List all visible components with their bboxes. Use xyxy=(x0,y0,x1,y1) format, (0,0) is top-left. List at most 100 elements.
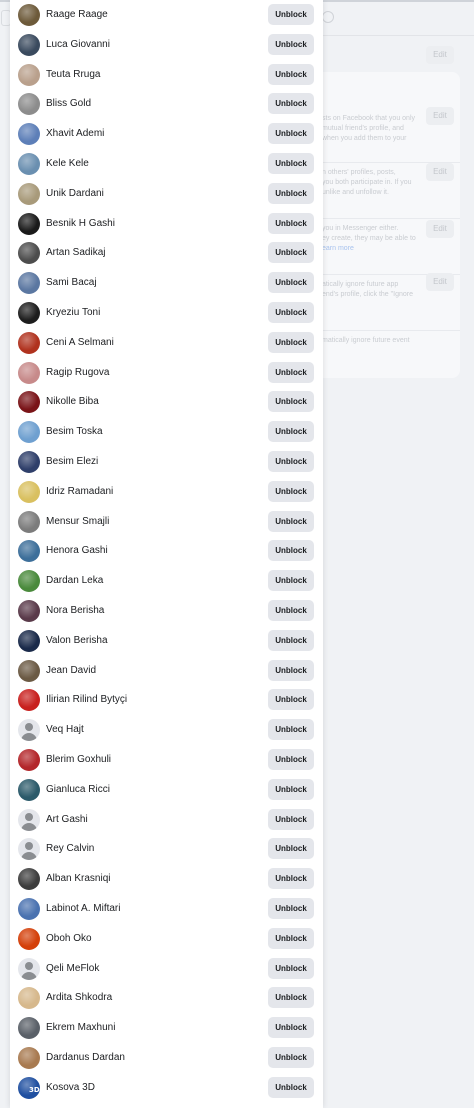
learn-more-link[interactable]: earn more xyxy=(322,244,422,254)
blocked-user-name[interactable]: Ragip Rugova xyxy=(46,366,109,380)
unblock-button[interactable]: Unblock xyxy=(268,600,314,621)
avatar[interactable] xyxy=(18,660,40,682)
unblock-button[interactable]: Unblock xyxy=(268,391,314,412)
blocked-user-name[interactable]: Bliss Gold xyxy=(46,97,91,111)
blocked-user-name[interactable]: Sami Bacaj xyxy=(46,276,97,290)
unblock-button[interactable]: Unblock xyxy=(268,362,314,383)
avatar[interactable] xyxy=(18,540,40,562)
blocked-user-name[interactable]: Veq Hajt xyxy=(46,723,84,737)
unblock-button[interactable]: Unblock xyxy=(268,570,314,591)
edit-button[interactable]: Edit xyxy=(426,220,454,238)
avatar[interactable] xyxy=(18,242,40,264)
avatar[interactable] xyxy=(18,511,40,533)
blocked-user-name[interactable]: Gianluca Ricci xyxy=(46,783,110,797)
unblock-button[interactable]: Unblock xyxy=(268,153,314,174)
blocked-user-name[interactable]: Oboh Oko xyxy=(46,932,92,946)
blocked-user-name[interactable]: Kryeziu Toni xyxy=(46,306,100,320)
blocked-user-name[interactable]: Artan Sadikaj xyxy=(46,246,105,260)
unblock-button[interactable]: Unblock xyxy=(268,1077,314,1098)
unblock-button[interactable]: Unblock xyxy=(268,689,314,710)
unblock-button[interactable]: Unblock xyxy=(268,451,314,472)
unblock-button[interactable]: Unblock xyxy=(268,34,314,55)
blocked-user-name[interactable]: Kele Kele xyxy=(46,157,89,171)
blocked-user-name[interactable]: Teuta Rruga xyxy=(46,68,100,82)
blocked-user-name[interactable]: Dardanus Dardan xyxy=(46,1051,125,1065)
blocked-user-name[interactable]: Labinot A. Miftari xyxy=(46,902,120,916)
avatar[interactable] xyxy=(18,1047,40,1069)
blocked-user-name[interactable]: Art Gashi xyxy=(46,813,88,827)
edit-button[interactable]: Edit xyxy=(426,107,454,125)
unblock-button[interactable]: Unblock xyxy=(268,332,314,353)
blocked-user-name[interactable]: Kosova 3D xyxy=(46,1081,95,1095)
avatar[interactable] xyxy=(18,451,40,473)
unblock-button[interactable]: Unblock xyxy=(268,809,314,830)
avatar[interactable] xyxy=(18,630,40,652)
blocked-user-name[interactable]: Rey Calvin xyxy=(46,842,94,856)
unblock-button[interactable]: Unblock xyxy=(268,779,314,800)
edit-button[interactable]: Edit xyxy=(426,273,454,291)
avatar[interactable] xyxy=(18,93,40,115)
unblock-button[interactable]: Unblock xyxy=(268,630,314,651)
blocked-user-name[interactable]: Qeli MeFlok xyxy=(46,962,99,976)
unblock-button[interactable]: Unblock xyxy=(268,421,314,442)
blocked-user-name[interactable]: Besnik H Gashi xyxy=(46,217,115,231)
unblock-button[interactable]: Unblock xyxy=(268,123,314,144)
blocked-user-name[interactable]: Ekrem Maxhuni xyxy=(46,1021,115,1035)
blocked-user-name[interactable]: Idriz Ramadani xyxy=(46,485,113,499)
avatar[interactable] xyxy=(18,987,40,1009)
unblock-button[interactable]: Unblock xyxy=(268,868,314,889)
unblock-button[interactable]: Unblock xyxy=(268,183,314,204)
default-avatar-icon[interactable] xyxy=(18,719,40,741)
avatar[interactable] xyxy=(18,421,40,443)
avatar[interactable] xyxy=(18,570,40,592)
unblock-button[interactable]: Unblock xyxy=(268,958,314,979)
blocked-user-name[interactable]: Ceni A Selmani xyxy=(46,336,114,350)
blocked-user-name[interactable]: Ilirian Rilind Bytyçi xyxy=(46,693,127,707)
unblock-button[interactable]: Unblock xyxy=(268,93,314,114)
unblock-button[interactable]: Unblock xyxy=(268,1047,314,1068)
avatar[interactable] xyxy=(18,183,40,205)
edit-button[interactable]: Edit xyxy=(426,163,454,181)
blocked-user-name[interactable]: Unik Dardani xyxy=(46,187,104,201)
avatar[interactable] xyxy=(18,272,40,294)
avatar[interactable] xyxy=(18,123,40,145)
avatar[interactable] xyxy=(18,1017,40,1039)
default-avatar-icon[interactable] xyxy=(18,809,40,831)
blocked-user-name[interactable]: Valon Berisha xyxy=(46,634,108,648)
avatar[interactable] xyxy=(18,213,40,235)
unblock-button[interactable]: Unblock xyxy=(268,64,314,85)
blocked-user-name[interactable]: Besim Toska xyxy=(46,425,103,439)
avatar[interactable] xyxy=(18,362,40,384)
blocked-user-name[interactable]: Mensur Smajli xyxy=(46,515,109,529)
unblock-button[interactable]: Unblock xyxy=(268,272,314,293)
avatar[interactable] xyxy=(18,600,40,622)
unblock-button[interactable]: Unblock xyxy=(268,302,314,323)
unblock-button[interactable]: Unblock xyxy=(268,928,314,949)
avatar[interactable] xyxy=(18,64,40,86)
unblock-button[interactable]: Unblock xyxy=(268,213,314,234)
unblock-button[interactable]: Unblock xyxy=(268,987,314,1008)
avatar[interactable] xyxy=(18,749,40,771)
default-avatar-icon[interactable] xyxy=(18,838,40,860)
avatar[interactable]: 3D xyxy=(18,1077,40,1099)
avatar[interactable] xyxy=(18,34,40,56)
unblock-button[interactable]: Unblock xyxy=(268,838,314,859)
avatar[interactable] xyxy=(18,302,40,324)
blocked-user-name[interactable]: Ardita Shkodra xyxy=(46,991,112,1005)
unblock-button[interactable]: Unblock xyxy=(268,719,314,740)
blocked-user-name[interactable]: Besim Elezi xyxy=(46,455,98,469)
unblock-button[interactable]: Unblock xyxy=(268,1017,314,1038)
blocked-user-name[interactable]: Luca Giovanni xyxy=(46,38,110,52)
blocked-user-name[interactable]: Nora Berisha xyxy=(46,604,104,618)
blocked-user-name[interactable]: Blerim Goxhuli xyxy=(46,753,111,767)
avatar[interactable] xyxy=(18,689,40,711)
blocked-user-name[interactable]: Henora Gashi xyxy=(46,544,108,558)
avatar[interactable] xyxy=(18,481,40,503)
unblock-button[interactable]: Unblock xyxy=(268,749,314,770)
unblock-button[interactable]: Unblock xyxy=(268,898,314,919)
unblock-button[interactable]: Unblock xyxy=(268,242,314,263)
blocked-user-name[interactable]: Alban Krasniqi xyxy=(46,872,110,886)
unblock-button[interactable]: Unblock xyxy=(268,4,314,25)
edit-button[interactable]: Edit xyxy=(426,46,454,64)
blocked-user-name[interactable]: Jean David xyxy=(46,664,96,678)
